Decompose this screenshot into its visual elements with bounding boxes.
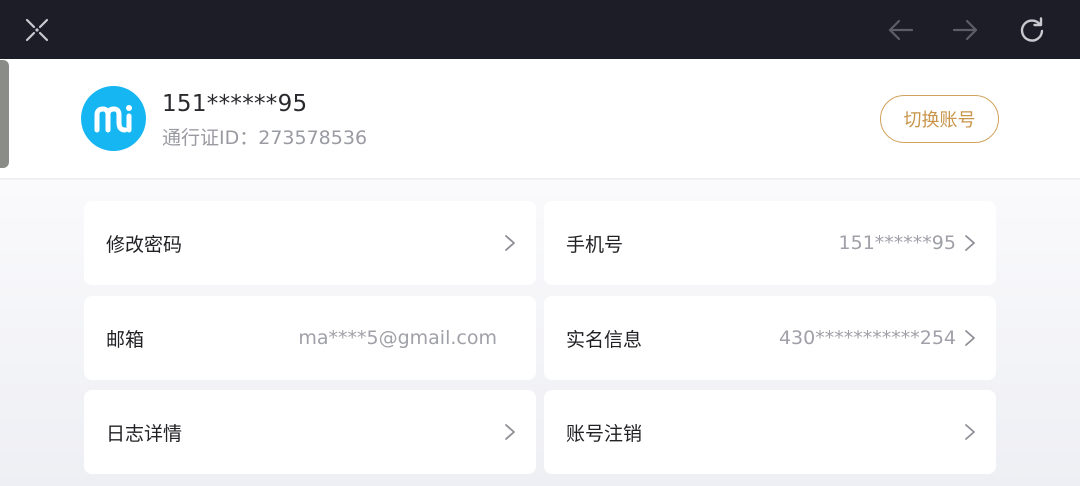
chevron-right-icon <box>965 424 975 440</box>
email-item[interactable]: 邮箱 ma****5@gmail.com <box>84 296 536 380</box>
account-header: 151******95 通行证ID：273578536 切换账号 <box>0 59 1080 179</box>
log-details-item[interactable]: 日志详情 <box>84 390 536 474</box>
email-label: 邮箱 <box>106 328 145 351</box>
chevron-right-icon <box>505 424 515 440</box>
refresh-icon[interactable] <box>1014 12 1050 48</box>
settings-grid: 修改密码 手机号 151******95 邮箱 ma****5@gmail.co… <box>0 180 1080 486</box>
log-details-label: 日志详情 <box>106 422 183 445</box>
arrow-right-icon[interactable] <box>947 12 983 48</box>
delete-account-item[interactable]: 账号注销 <box>544 390 996 474</box>
real-name-label: 实名信息 <box>566 328 643 351</box>
phone-label: 手机号 <box>566 233 624 256</box>
email-value: ma****5@gmail.com <box>298 327 497 349</box>
chevron-right-icon <box>965 330 975 346</box>
change-password-label: 修改密码 <box>106 233 183 256</box>
chevron-right-icon <box>505 235 515 251</box>
real-name-value: 430***********254 <box>778 327 956 349</box>
mi-logo-icon <box>94 104 132 132</box>
change-password-item[interactable]: 修改密码 <box>84 201 536 285</box>
side-drawer-handle[interactable] <box>0 60 9 168</box>
arrow-left-icon[interactable] <box>883 12 919 48</box>
close-icon[interactable] <box>19 12 55 48</box>
phone-value: 151******95 <box>838 232 956 254</box>
delete-account-label: 账号注销 <box>566 422 643 445</box>
phone-item[interactable]: 手机号 151******95 <box>544 201 996 285</box>
real-name-item[interactable]: 实名信息 430***********254 <box>544 296 996 380</box>
switch-account-button[interactable]: 切换账号 <box>880 95 999 143</box>
avatar <box>81 86 146 151</box>
pass-id: 通行证ID：273578536 <box>162 127 368 149</box>
username: 151******95 <box>162 91 308 117</box>
top-toolbar <box>0 0 1080 59</box>
chevron-right-icon <box>965 235 975 251</box>
